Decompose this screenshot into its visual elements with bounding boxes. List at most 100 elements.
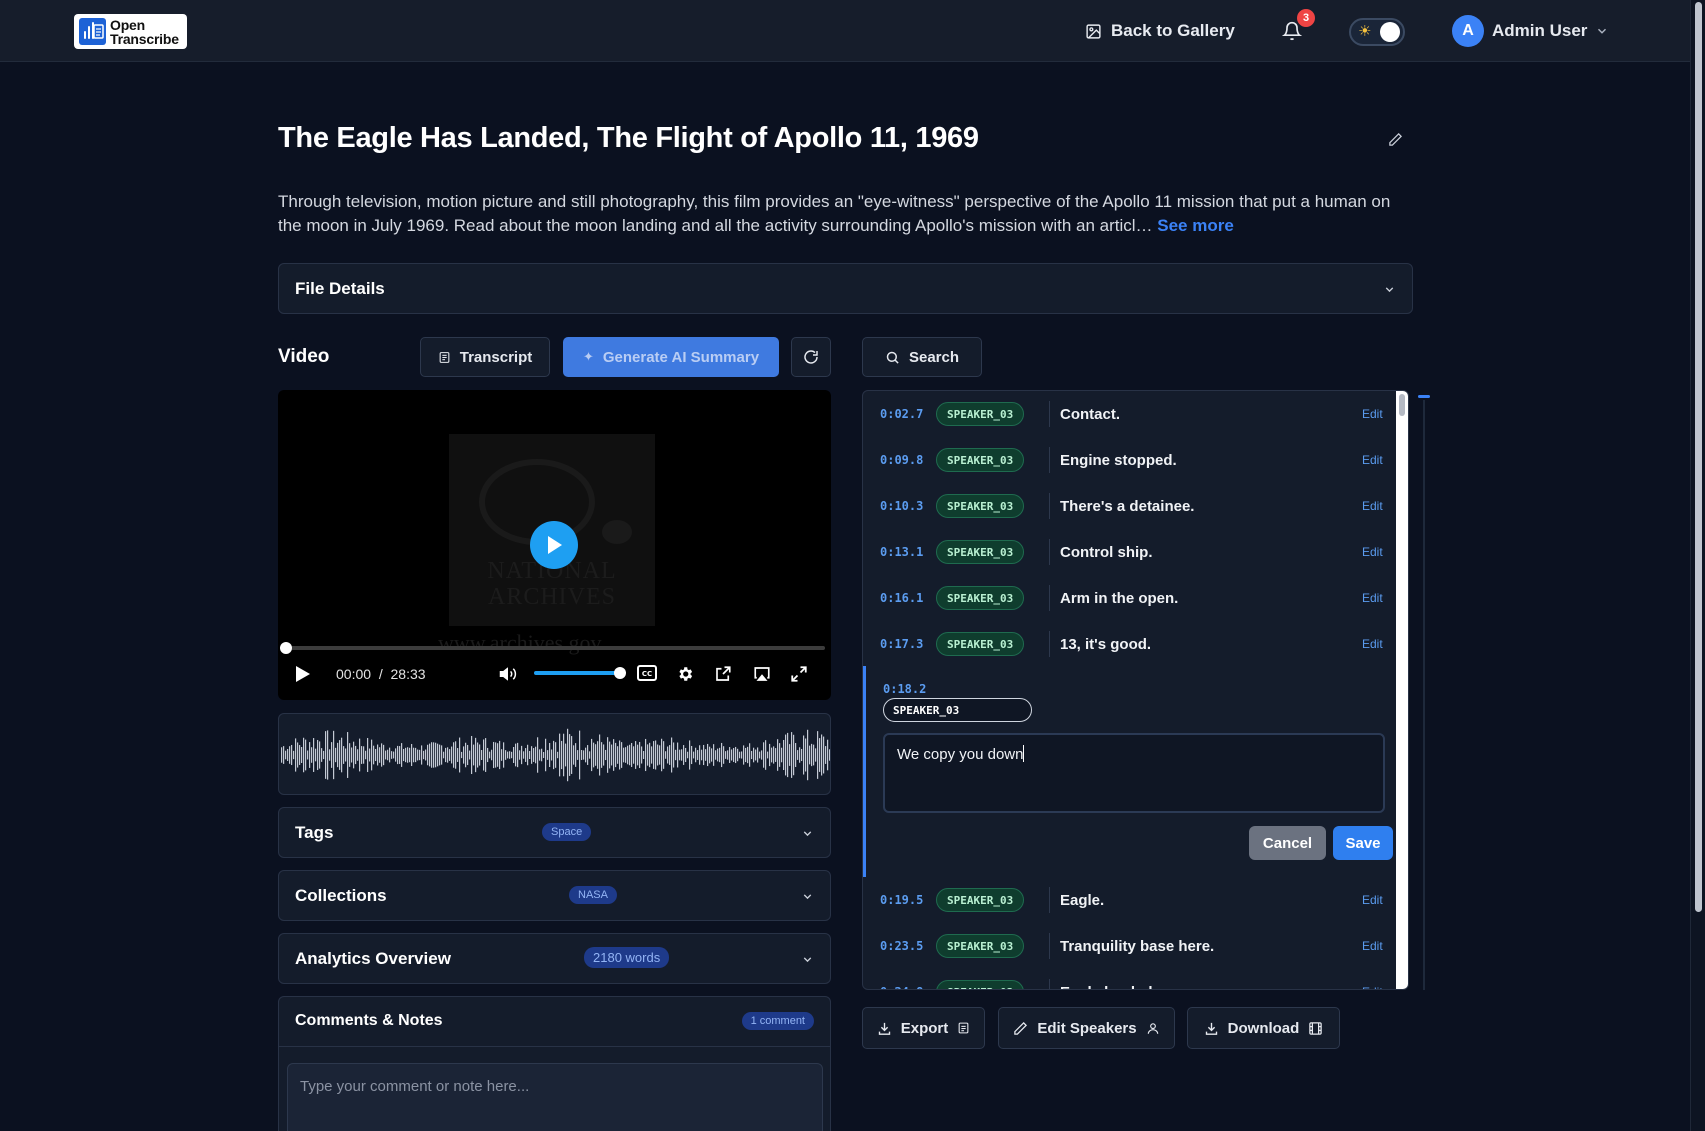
waveform-bar [665,751,667,759]
row-divider [1049,493,1050,519]
cancel-button[interactable]: Cancel [1249,826,1326,860]
transcript-row[interactable]: 0:10.3 SPEAKER_03 There's a detainee. Edit [863,483,1393,529]
timestamp[interactable]: 0:19.5 [880,893,923,907]
timestamp[interactable]: 0:17.3 [880,637,923,651]
speaker-badge[interactable]: SPEAKER_03 [936,402,1025,426]
transcript-row[interactable]: 0:19.5 SPEAKER_03 Eagle. Edit [863,877,1393,923]
transcript-scrollbar[interactable] [1396,391,1408,989]
timestamp[interactable]: 0:13.1 [880,545,923,559]
speaker-badge[interactable]: SPEAKER_03 [936,494,1025,518]
transcript-row[interactable]: 0:13.1 SPEAKER_03 Control ship. Edit [863,529,1393,575]
file-details-panel[interactable]: File Details [278,263,1413,314]
save-button[interactable]: Save [1333,826,1393,860]
timestamp[interactable]: 0:16.1 [880,591,923,605]
search-button[interactable]: Search [862,337,982,377]
edit-segment-link[interactable]: Edit [1362,939,1383,953]
waveform-bar [681,749,683,761]
page-scrollbar[interactable] [1690,0,1705,1131]
chevron-down-icon [1598,28,1607,34]
play-button[interactable] [295,665,311,683]
speaker-badge[interactable]: SPEAKER_03 [936,888,1025,912]
seek-bar[interactable] [280,642,825,654]
edit-timestamp: 0:18.2 [883,682,927,696]
waveform-bar [291,744,293,766]
waveform-bar [329,749,331,761]
page-scrollbar-thumb[interactable] [1695,2,1702,912]
export-button[interactable]: Export [862,1007,985,1049]
row-divider [1049,631,1050,657]
edit-segment-link[interactable]: Edit [1362,545,1383,559]
timestamp[interactable]: 0:10.3 [880,499,923,513]
avatar: A [1452,15,1484,47]
waveform-bar [661,738,663,772]
app-logo[interactable]: Open Transcribe [74,14,187,49]
speaker-badge[interactable]: SPEAKER_03 [936,540,1025,564]
notification-count-badge: 3 [1297,9,1315,27]
transcript-row[interactable]: 0:02.7 SPEAKER_03 Contact. Edit [863,391,1393,437]
edit-title-button[interactable] [1388,132,1403,152]
edit-segment-link[interactable]: Edit [1362,407,1383,421]
edit-segment-link[interactable]: Edit [1362,499,1383,513]
comment-input[interactable]: Type your comment or note here... [287,1063,823,1131]
waveform-bar [381,743,383,767]
waveform-bar [307,750,309,760]
theme-toggle[interactable]: ☀ [1349,18,1405,46]
speaker-input[interactable]: SPEAKER_03 [883,698,1032,722]
speaker-badge[interactable]: SPEAKER_03 [936,586,1025,610]
transcript-scrollbar-thumb[interactable] [1399,394,1405,416]
user-menu[interactable]: A Admin User [1452,12,1609,50]
airplay-button[interactable] [752,665,772,683]
timestamp[interactable]: 0:02.7 [880,407,923,421]
transcript-row[interactable]: 0:09.8 SPEAKER_03 Engine stopped. Edit [863,437,1393,483]
waveform-bar [679,749,681,761]
edit-speakers-button[interactable]: Edit Speakers [998,1007,1175,1049]
edit-segment-link[interactable]: Edit [1362,893,1383,907]
mute-button[interactable] [498,665,518,683]
captions-button[interactable]: CC [637,665,657,681]
big-play-button[interactable] [530,521,578,569]
timestamp[interactable]: 0:24.8 [880,985,923,989]
speaker-badge[interactable]: SPEAKER_03 [936,632,1025,656]
speaker-badge[interactable]: SPEAKER_03 [936,934,1025,958]
edit-segment-link[interactable]: Edit [1362,453,1383,467]
transcript-row[interactable]: 0:16.1 SPEAKER_03 Arm in the open. Edit [863,575,1393,621]
volume-slider[interactable] [534,667,626,679]
see-more-link[interactable]: See more [1157,216,1234,235]
settings-button[interactable] [676,665,694,683]
waveform-bar [315,748,317,762]
edit-segment-link[interactable]: Edit [1362,591,1383,605]
transcript-row[interactable]: 0:17.3 SPEAKER_03 13, it's good. Edit [863,621,1393,667]
waveform-bar [335,747,337,763]
audio-waveform[interactable] [278,713,831,795]
timeline-track[interactable] [1423,400,1425,990]
transcript-row[interactable]: 0:23.5 SPEAKER_03 Tranquility base here. Ed… [863,923,1393,969]
back-to-gallery-link[interactable]: Back to Gallery [1085,12,1235,50]
waveform-bar [289,746,291,764]
generate-ai-summary-button[interactable]: ✦ Generate AI Summary [563,337,779,377]
waveform-bar [305,739,307,771]
refresh-button[interactable] [791,337,831,377]
popout-button[interactable] [714,665,732,683]
download-button[interactable]: Download [1187,1007,1340,1049]
waveform-bar [493,741,495,769]
analytics-panel[interactable]: Analytics Overview 2180 words [278,933,831,984]
transcript-row[interactable]: 0:24.8 SPEAKER_03 Eagle landed. Edit [863,969,1393,989]
timestamp[interactable]: 0:23.5 [880,939,923,953]
volume-handle[interactable] [614,667,626,679]
fullscreen-button[interactable] [790,665,808,683]
tags-panel[interactable]: Tags Space [278,807,831,858]
video-player[interactable]: NATIONAL ARCHIVES www.archives.gov 00:00… [278,390,831,700]
waveform-bar [539,749,541,761]
waveform-bar [741,751,743,759]
waveform-bar [427,744,429,766]
collections-chip: NASA [569,886,617,904]
segment-text-input[interactable]: We copy you down [883,733,1385,813]
timestamp[interactable]: 0:09.8 [880,453,923,467]
speaker-badge[interactable]: SPEAKER_03 [936,980,1025,989]
seek-handle[interactable] [280,642,292,654]
edit-segment-link[interactable]: Edit [1362,985,1383,989]
transcript-button[interactable]: Transcript [420,337,550,377]
speaker-badge[interactable]: SPEAKER_03 [936,448,1025,472]
collections-panel[interactable]: Collections NASA [278,870,831,921]
edit-segment-link[interactable]: Edit [1362,637,1383,651]
